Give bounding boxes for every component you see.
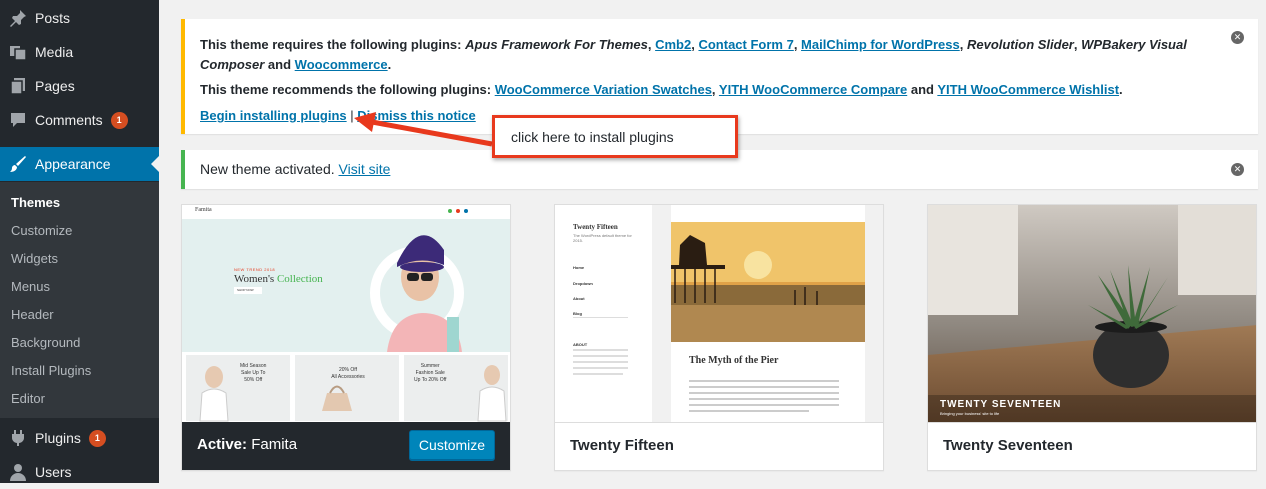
plugin-revslider: Revolution Slider [966,37,1074,52]
red-arrow-annotation [354,112,493,147]
menu-posts[interactable]: Posts [0,1,159,35]
theme-name-bar: Twenty Fifteen [555,422,883,470]
theme-name: Famita [251,436,298,453]
mock-headline: Women's Collection [234,273,323,285]
mock-about-heading: ABOUT [573,342,588,347]
submenu-widgets[interactable]: Widgets [11,251,58,266]
and-text: and [910,82,934,97]
submenu-background[interactable]: Background [11,335,80,350]
menu-users[interactable]: Users [0,455,159,489]
menu-label: Pages [35,78,75,94]
theme-card-twenty-fifteen[interactable]: Twenty Fifteen The WordPress default the… [554,204,884,471]
user-icon [8,462,28,482]
theme-name: Twenty Seventeen [943,437,1073,454]
menu-appearance[interactable]: Appearance [0,147,159,181]
activated-text: New theme activated. Visit site [200,159,390,179]
submenu-install-plugins[interactable]: Install Plugins [11,363,91,378]
submenu-customize[interactable]: Customize [11,223,72,238]
required-plugins-text: This theme requires the following plugin… [200,37,1187,72]
plugin-link-cmb2[interactable]: Cmb2 [655,37,691,52]
menu-label: Appearance [35,156,111,172]
theme-name-bar: Active: Famita Customize [182,422,510,470]
mock-brand: Famita [195,207,212,213]
menu-label: Posts [35,10,71,26]
recommended-plugins-text: This theme recommends the following plug… [200,82,1123,97]
pages-icon [8,76,28,96]
paintbrush-icon [8,154,28,174]
mock-site-title: TWENTY SEVENTEEN [940,399,1062,410]
menu-label: Comments [35,112,103,128]
appearance-submenu: Themes Customize Widgets Menus Header Ba… [0,182,159,418]
plugin-apus: Apus Framework For Themes [465,37,648,52]
submenu-themes[interactable]: Themes [11,195,60,210]
mock-promo-3: Summer Fashion Sale Up To 20% Off [414,363,447,383]
pin-icon [8,8,28,28]
comment-icon [8,110,28,130]
theme-screenshot: Famita NEW TREND 2018 Women's Collection… [182,205,510,423]
visit-site-link[interactable]: Visit site [339,161,391,177]
submenu-editor[interactable]: Editor [11,391,45,406]
theme-name-bar: Twenty Seventeen [928,422,1256,470]
comments-count-badge: 1 [110,111,128,129]
menu-pages[interactable]: Pages [0,69,159,103]
theme-screenshot: Twenty Fifteen The WordPress default the… [555,205,883,423]
mock-post-title: The Myth of the Pier [689,355,779,366]
admin-sidebar: Posts Media Pages Comments 1 Appearance … [0,0,159,483]
active-label: Active: [197,436,248,453]
plug-icon [8,428,28,448]
mock-cta: SHOP NOW [237,288,254,292]
required-prefix: This theme requires the following plugin… [200,37,462,52]
mock-nav-dropdown: Dropdown [573,281,593,286]
submenu-menus[interactable]: Menus [11,279,50,294]
mock-nav-home: Home [573,265,585,270]
theme-card-twenty-seventeen[interactable]: TWENTY SEVENTEEN Bringing your business'… [927,204,1257,471]
mock-tagline: The WordPress default theme for 2015. [573,233,632,243]
mock-promo-2: 20% Off All Accessories [331,367,365,380]
mock-promo-1: Mid Season Sale Up To 50% Off [240,363,267,383]
dismiss-notice-icon[interactable]: ✕ [1231,31,1244,44]
plugin-link-mailchimp[interactable]: MailChimp for WordPress [801,37,960,52]
mock-site-title: Twenty Fifteen [573,223,618,231]
menu-label: Media [35,44,74,60]
menu-plugins[interactable]: Plugins 1 [0,421,159,455]
menu-label: Users [35,464,72,480]
mock-tag: NEW TREND 2018 [234,267,276,272]
dismiss-notice-icon[interactable]: ✕ [1231,163,1244,176]
plugin-link-swatches[interactable]: WooCommerce Variation Swatches [495,82,712,97]
submenu-header[interactable]: Header [11,307,54,322]
plugin-link-woocommerce[interactable]: Woocommerce [295,57,388,72]
theme-name: Twenty Fifteen [570,437,674,454]
menu-comments[interactable]: Comments 1 [0,103,159,137]
plugin-link-compare[interactable]: YITH WooCommerce Compare [719,82,907,97]
plugins-count-badge: 1 [88,429,106,447]
menu-label: Plugins [35,430,81,446]
menu-media[interactable]: Media [0,35,159,69]
mock-tagline: Bringing your business' site to life [940,411,1000,416]
recommended-prefix: This theme recommends the following plug… [200,82,492,97]
activated-message: New theme activated. [200,161,335,177]
and-text: and [267,57,292,72]
media-icon [8,42,28,62]
plugin-link-wishlist[interactable]: YITH WooCommerce Wishlist [937,82,1119,97]
plugin-link-cf7[interactable]: Contact Form 7 [698,37,793,52]
mock-nav-blog: Blog [573,311,582,316]
customize-button[interactable]: Customize [409,430,495,460]
begin-installing-plugins-link[interactable]: Begin installing plugins [200,108,347,123]
theme-card-famita[interactable]: Famita NEW TREND 2018 Women's Collection… [181,204,511,471]
install-plugins-callout: click here to install plugins [492,115,738,158]
mock-nav-about: About [573,296,585,301]
theme-screenshot: TWENTY SEVENTEEN Bringing your business'… [928,205,1256,423]
